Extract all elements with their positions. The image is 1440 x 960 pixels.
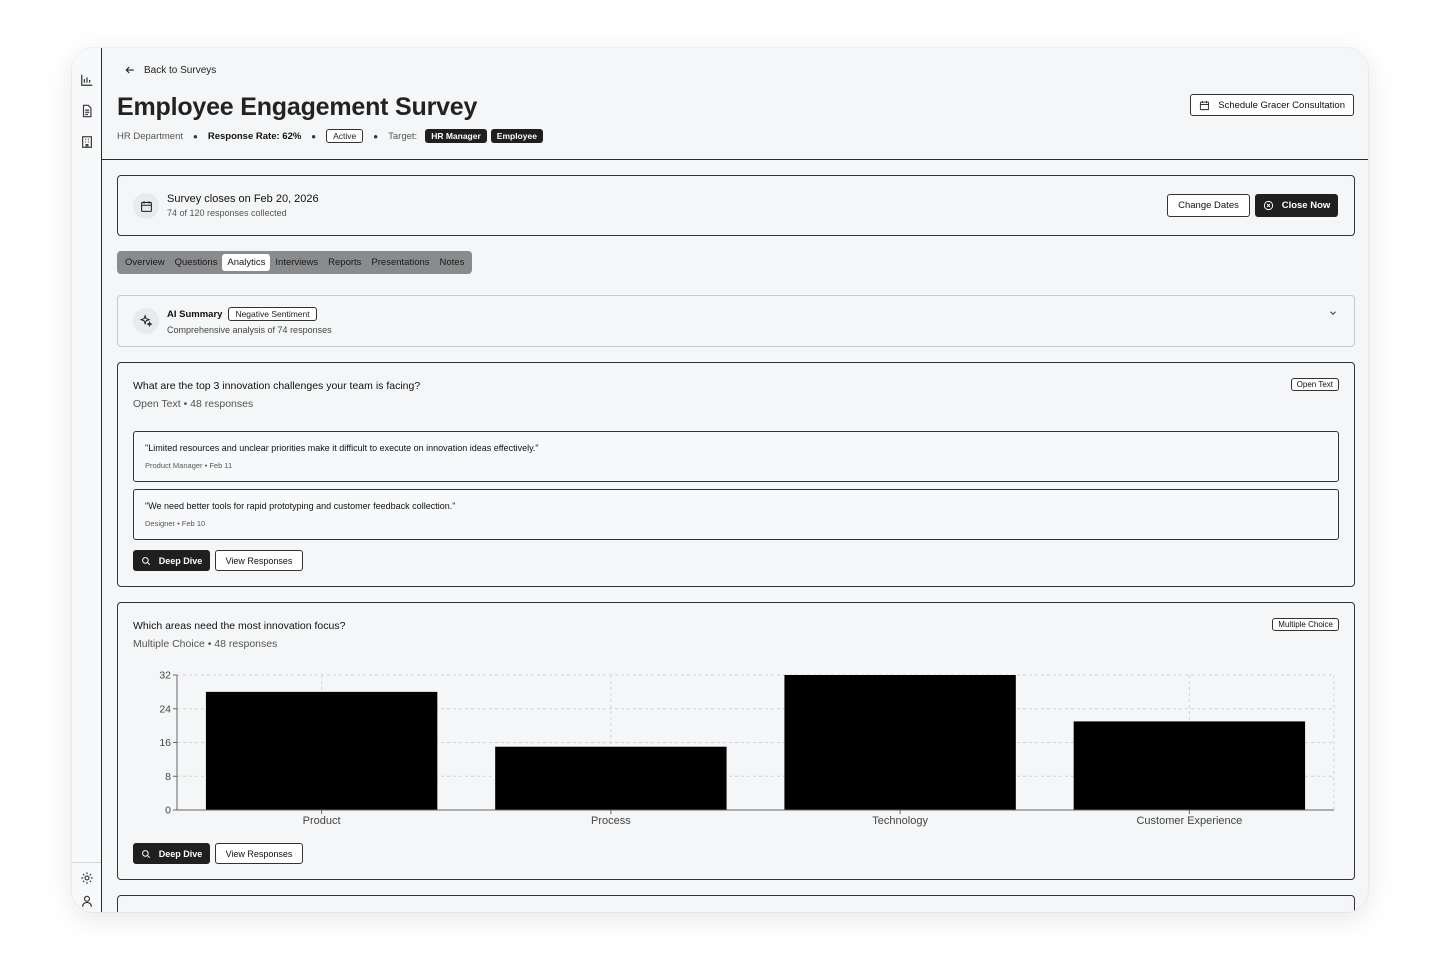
change-dates-button[interactable]: Change Dates bbox=[1167, 194, 1250, 217]
sparkle-icon bbox=[139, 314, 153, 328]
y-tick-label: 8 bbox=[165, 771, 171, 783]
deep-dive-label: Deep Dive bbox=[158, 555, 203, 566]
back-label: Back to Surveys bbox=[144, 64, 217, 76]
arrow-left-icon bbox=[125, 66, 134, 74]
question-type-badge: Multiple Choice bbox=[1272, 618, 1339, 631]
close-now-label: Close Now bbox=[1281, 200, 1331, 211]
building-icon[interactable] bbox=[80, 135, 94, 149]
sparkle-icon-container bbox=[133, 308, 159, 334]
response-text: "We need better tools for rapid prototyp… bbox=[145, 501, 456, 511]
ai-summary-header: AI Summary Negative Sentiment bbox=[167, 307, 317, 321]
department-label: HR Department bbox=[117, 130, 183, 142]
sentiment-badge: Negative Sentiment bbox=[228, 307, 317, 321]
document-icon[interactable] bbox=[80, 104, 94, 118]
chevron-down-icon[interactable] bbox=[1328, 308, 1338, 318]
bar-product bbox=[205, 691, 438, 810]
tab-interviews[interactable]: Interviews bbox=[270, 254, 323, 271]
question-card-partial bbox=[117, 895, 1355, 912]
page-title: Employee Engagement Survey bbox=[117, 93, 478, 121]
separator-dot: ● bbox=[193, 131, 198, 141]
question-title: What are the top 3 innovation challenges… bbox=[133, 380, 421, 392]
search-icon bbox=[141, 849, 150, 858]
tab-overview[interactable]: Overview bbox=[120, 254, 170, 271]
back-link[interactable]: Back to Surveys bbox=[124, 64, 216, 76]
close-circle-icon bbox=[1263, 200, 1273, 211]
tab-questions[interactable]: Questions bbox=[170, 254, 223, 271]
y-tick-label: 32 bbox=[159, 670, 171, 682]
gear-icon[interactable] bbox=[80, 871, 94, 885]
status-badge: Active bbox=[326, 129, 364, 143]
question-card-open-text: What are the top 3 innovation challenges… bbox=[117, 362, 1355, 587]
question-title: Which areas need the most innovation foc… bbox=[133, 620, 346, 632]
separator-dot: ● bbox=[373, 131, 379, 141]
deep-dive-button[interactable]: Deep Dive bbox=[133, 843, 210, 864]
main-content: Back to Surveys Employee Engagement Surv… bbox=[102, 48, 1368, 912]
sidebar bbox=[72, 48, 102, 912]
responses-collected: 74 of 120 responses collected bbox=[167, 208, 287, 218]
response-text: "Limited resources and unclear prioritie… bbox=[145, 443, 539, 453]
tab-analytics[interactable]: Analytics bbox=[222, 254, 271, 271]
target-badge-employee: Employee bbox=[490, 129, 543, 143]
response-quote[interactable]: "We need better tools for rapid prototyp… bbox=[133, 489, 1339, 540]
question-type-badge: Open Text bbox=[1290, 378, 1339, 391]
ai-summary-card[interactable]: AI Summary Negative Sentiment Comprehens… bbox=[117, 295, 1355, 347]
page-header: Back to Surveys Employee Engagement Surv… bbox=[102, 48, 1368, 160]
question-subtitle: Multiple Choice • 48 responses bbox=[133, 638, 278, 650]
close-now-button[interactable]: Close Now bbox=[1255, 194, 1338, 217]
x-tick-label: Technology bbox=[872, 815, 928, 827]
question-subtitle: Open Text • 48 responses bbox=[133, 398, 254, 410]
x-tick-label: Customer Experience bbox=[1136, 815, 1242, 827]
response-meta: Designer • Feb 10 bbox=[145, 519, 206, 528]
y-tick-label: 16 bbox=[159, 737, 171, 749]
y-tick-label: 0 bbox=[165, 805, 171, 817]
bar-process bbox=[495, 746, 727, 810]
separator-dot: ● bbox=[311, 131, 317, 141]
survey-meta: HR Department ● Response Rate: 62% ● Act… bbox=[117, 129, 547, 143]
x-tick-label: Product bbox=[303, 815, 341, 827]
sidebar-divider bbox=[72, 862, 101, 863]
ai-summary-title: AI Summary bbox=[167, 308, 223, 320]
target-badge-hr-manager: HR Manager bbox=[425, 129, 487, 143]
x-tick-label: Process bbox=[591, 815, 631, 827]
innovation-focus-bar-chart: 0 8 16 24 32 Product Process Technology Customer… bbox=[159, 670, 1335, 827]
response-rate: Response Rate: 62% bbox=[207, 130, 302, 142]
schedule-button-label: Schedule Gracer Consultation bbox=[1218, 99, 1345, 111]
bar-customer-experience bbox=[1073, 721, 1306, 810]
question-card-multiple-choice: Which areas need the most innovation foc… bbox=[117, 602, 1355, 880]
bar-technology bbox=[784, 675, 1016, 810]
view-responses-button[interactable]: View Responses bbox=[215, 550, 303, 571]
view-responses-button[interactable]: View Responses bbox=[215, 843, 303, 864]
schedule-consultation-button[interactable]: Schedule Gracer Consultation bbox=[1190, 94, 1354, 116]
calendar-icon bbox=[140, 200, 152, 212]
target-label: Target: bbox=[388, 130, 418, 142]
response-quote[interactable]: "Limited resources and unclear prioritie… bbox=[133, 431, 1339, 482]
tab-presentations[interactable]: Presentations bbox=[366, 254, 434, 271]
calendar-icon bbox=[1200, 100, 1210, 110]
tab-bar: Overview Questions Analytics Interviews … bbox=[117, 251, 473, 274]
search-icon bbox=[141, 556, 150, 565]
response-meta: Product Manager • Feb 11 bbox=[145, 461, 233, 470]
tab-notes[interactable]: Notes bbox=[435, 254, 470, 271]
deep-dive-label: Deep Dive bbox=[158, 848, 203, 859]
tab-reports[interactable]: Reports bbox=[323, 254, 366, 271]
app-window: Back to Surveys Employee Engagement Surv… bbox=[72, 48, 1368, 912]
closing-date: Survey closes on Feb 20, 2026 bbox=[167, 193, 319, 205]
calendar-icon-container bbox=[133, 193, 159, 219]
survey-closing-card: Survey closes on Feb 20, 2026 74 of 120 … bbox=[117, 175, 1355, 236]
deep-dive-button[interactable]: Deep Dive bbox=[133, 550, 210, 571]
y-tick-label: 24 bbox=[159, 703, 171, 715]
ai-summary-subtitle: Comprehensive analysis of 74 responses bbox=[167, 325, 332, 335]
user-icon[interactable] bbox=[80, 894, 94, 908]
bar-chart-icon[interactable] bbox=[80, 73, 94, 87]
